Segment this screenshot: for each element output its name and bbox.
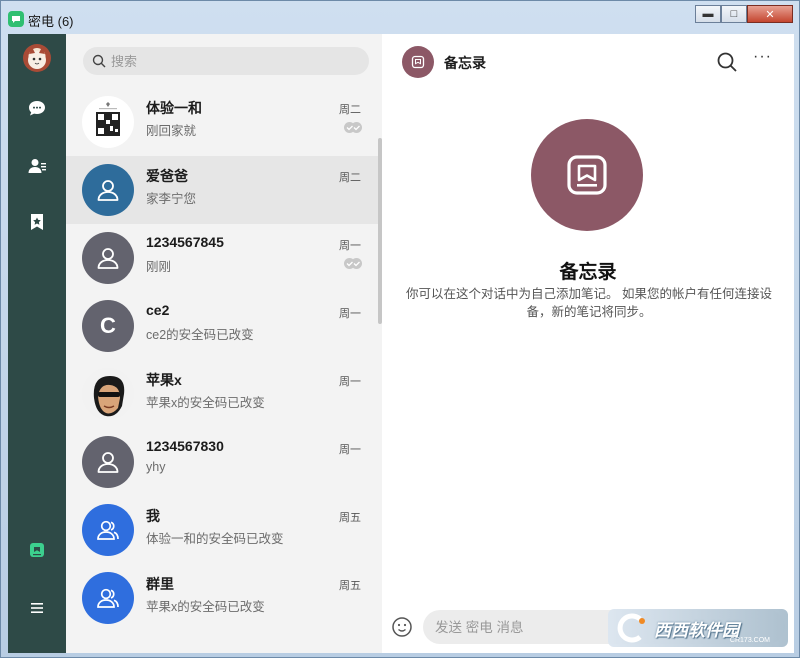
watermark-text: 西西软件园 bbox=[654, 620, 739, 640]
chat-list-item[interactable]: 群里苹果x的安全码已改变 周五 bbox=[66, 564, 378, 632]
contact-avatar bbox=[82, 164, 134, 216]
window-title: 密电 (6) bbox=[28, 14, 74, 29]
chat-list-item[interactable]: 1234567845 刚刚 周一 bbox=[66, 224, 378, 292]
contact-avatar bbox=[82, 504, 134, 556]
notes-icon bbox=[567, 155, 607, 195]
notes-avatar-large bbox=[531, 119, 643, 231]
contact-name: 体验一和 bbox=[146, 100, 202, 116]
notes-title: 备忘录 bbox=[559, 262, 617, 283]
contact-name: ce2 bbox=[146, 302, 170, 318]
message-composer: 西西软件园 CR173.COM bbox=[382, 604, 794, 653]
message-time: 周二 bbox=[339, 172, 361, 184]
read-receipt-icon bbox=[344, 258, 362, 269]
message-time: 周一 bbox=[339, 376, 361, 388]
message-preview: yhy bbox=[146, 460, 166, 474]
message-preview: 家李宁您 bbox=[146, 192, 197, 206]
chat-list-item[interactable]: 我体验一和的安全码已改变 周五 bbox=[66, 496, 378, 564]
app-logo-icon bbox=[8, 11, 24, 27]
message-preview: 苹果x的安全码已改变 bbox=[146, 600, 265, 614]
notes-avatar-small[interactable] bbox=[402, 46, 434, 78]
avatar-letter: C bbox=[100, 313, 116, 338]
contact-name: 群里 bbox=[146, 576, 174, 592]
message-preview: 体验一和的安全码已改变 bbox=[146, 532, 284, 546]
chat-list-item[interactable]: 爱爸爸家李宁您 周二 bbox=[66, 156, 378, 224]
contact-avatar: C bbox=[82, 300, 134, 352]
conversation-panel: 备忘录 ··· 备忘录 你可以在这个对话中为自己添加笔记。 如果您的帐户有任何连… bbox=[382, 34, 794, 653]
message-time: 周二 bbox=[339, 104, 361, 116]
more-options-icon[interactable]: ··· bbox=[753, 48, 772, 66]
contact-name: 苹果x bbox=[146, 372, 182, 388]
contacts-nav-icon[interactable] bbox=[27, 156, 47, 176]
search-box[interactable] bbox=[83, 47, 369, 75]
contact-name: 1234567830 bbox=[146, 438, 224, 454]
chat-list-item[interactable]: 1234567830 yhy 周一 bbox=[66, 428, 378, 496]
watermark-logo: 西西软件园 CR173.COM bbox=[608, 609, 788, 647]
notes-icon bbox=[411, 55, 425, 69]
contact-avatar bbox=[82, 232, 134, 284]
title-bar[interactable]: 密电 (6) ▬ □ ✕ bbox=[1, 1, 799, 34]
app-window: 密电 (6) ▬ □ ✕ 搜索 体验一和 刚回家就 周二 爱爸爸 家李宁您 周二… bbox=[0, 0, 800, 658]
search-icon[interactable] bbox=[716, 51, 738, 73]
notes-nav-icon[interactable] bbox=[27, 540, 47, 560]
chat-list-item[interactable]: 苹果x 苹果x的安全码已改变 周一 bbox=[66, 360, 378, 428]
chat-list-item[interactable]: 体验一和刚回家就 周二 bbox=[66, 88, 378, 156]
client-area: 体验一和刚回家就周二爱爸爸家李宁您周二1234567845刚刚周一Cce2ce2… bbox=[8, 34, 794, 653]
message-time: 周一 bbox=[339, 308, 361, 320]
read-receipt-icon bbox=[344, 122, 362, 133]
search-icon bbox=[92, 54, 106, 68]
my-avatar[interactable] bbox=[23, 44, 51, 72]
contact-avatar bbox=[82, 96, 134, 148]
maximize-button[interactable]: □ bbox=[721, 5, 747, 23]
message-time: 周五 bbox=[339, 512, 361, 524]
menu-icon[interactable] bbox=[27, 598, 47, 618]
close-button[interactable]: ✕ bbox=[747, 5, 793, 23]
contact-name: 1234567845 bbox=[146, 234, 224, 250]
message-time: 周一 bbox=[339, 240, 361, 252]
nav-rail bbox=[8, 34, 66, 653]
notes-description: 你可以在这个对话中为自己添加笔记。 如果您的帐户有任何连接设备，新的笔记将同步。 bbox=[406, 287, 772, 319]
contact-avatar bbox=[82, 436, 134, 488]
message-preview: ce2的安全码已改变 bbox=[146, 328, 254, 342]
bookmark-star-icon[interactable] bbox=[27, 212, 47, 232]
search-input[interactable] bbox=[111, 47, 361, 75]
message-time: 周一 bbox=[339, 444, 361, 456]
emoji-icon[interactable] bbox=[391, 616, 413, 638]
contact-name: 爱爸爸 bbox=[146, 168, 188, 184]
watermark-sub: CR173.COM bbox=[729, 637, 770, 644]
contact-avatar bbox=[82, 572, 134, 624]
watermark-c-icon bbox=[617, 613, 645, 643]
contact-name: 我 bbox=[146, 508, 160, 524]
contact-avatar bbox=[82, 368, 134, 420]
message-preview: 苹果x的安全码已改变 bbox=[146, 396, 265, 410]
chats-nav-icon[interactable] bbox=[27, 98, 47, 118]
minimize-button[interactable]: ▬ bbox=[695, 5, 721, 23]
message-time: 周五 bbox=[339, 580, 361, 592]
chat-list-panel: 体验一和刚回家就周二爱爸爸家李宁您周二1234567845刚刚周一Cce2ce2… bbox=[66, 34, 382, 653]
chat-list-item[interactable]: Cce2 ce2的安全码已改变 周一 bbox=[66, 292, 378, 360]
message-preview: 刚回家就 bbox=[146, 124, 197, 138]
conversation-title: 备忘录 bbox=[444, 55, 486, 71]
message-preview: 刚刚 bbox=[146, 260, 172, 274]
